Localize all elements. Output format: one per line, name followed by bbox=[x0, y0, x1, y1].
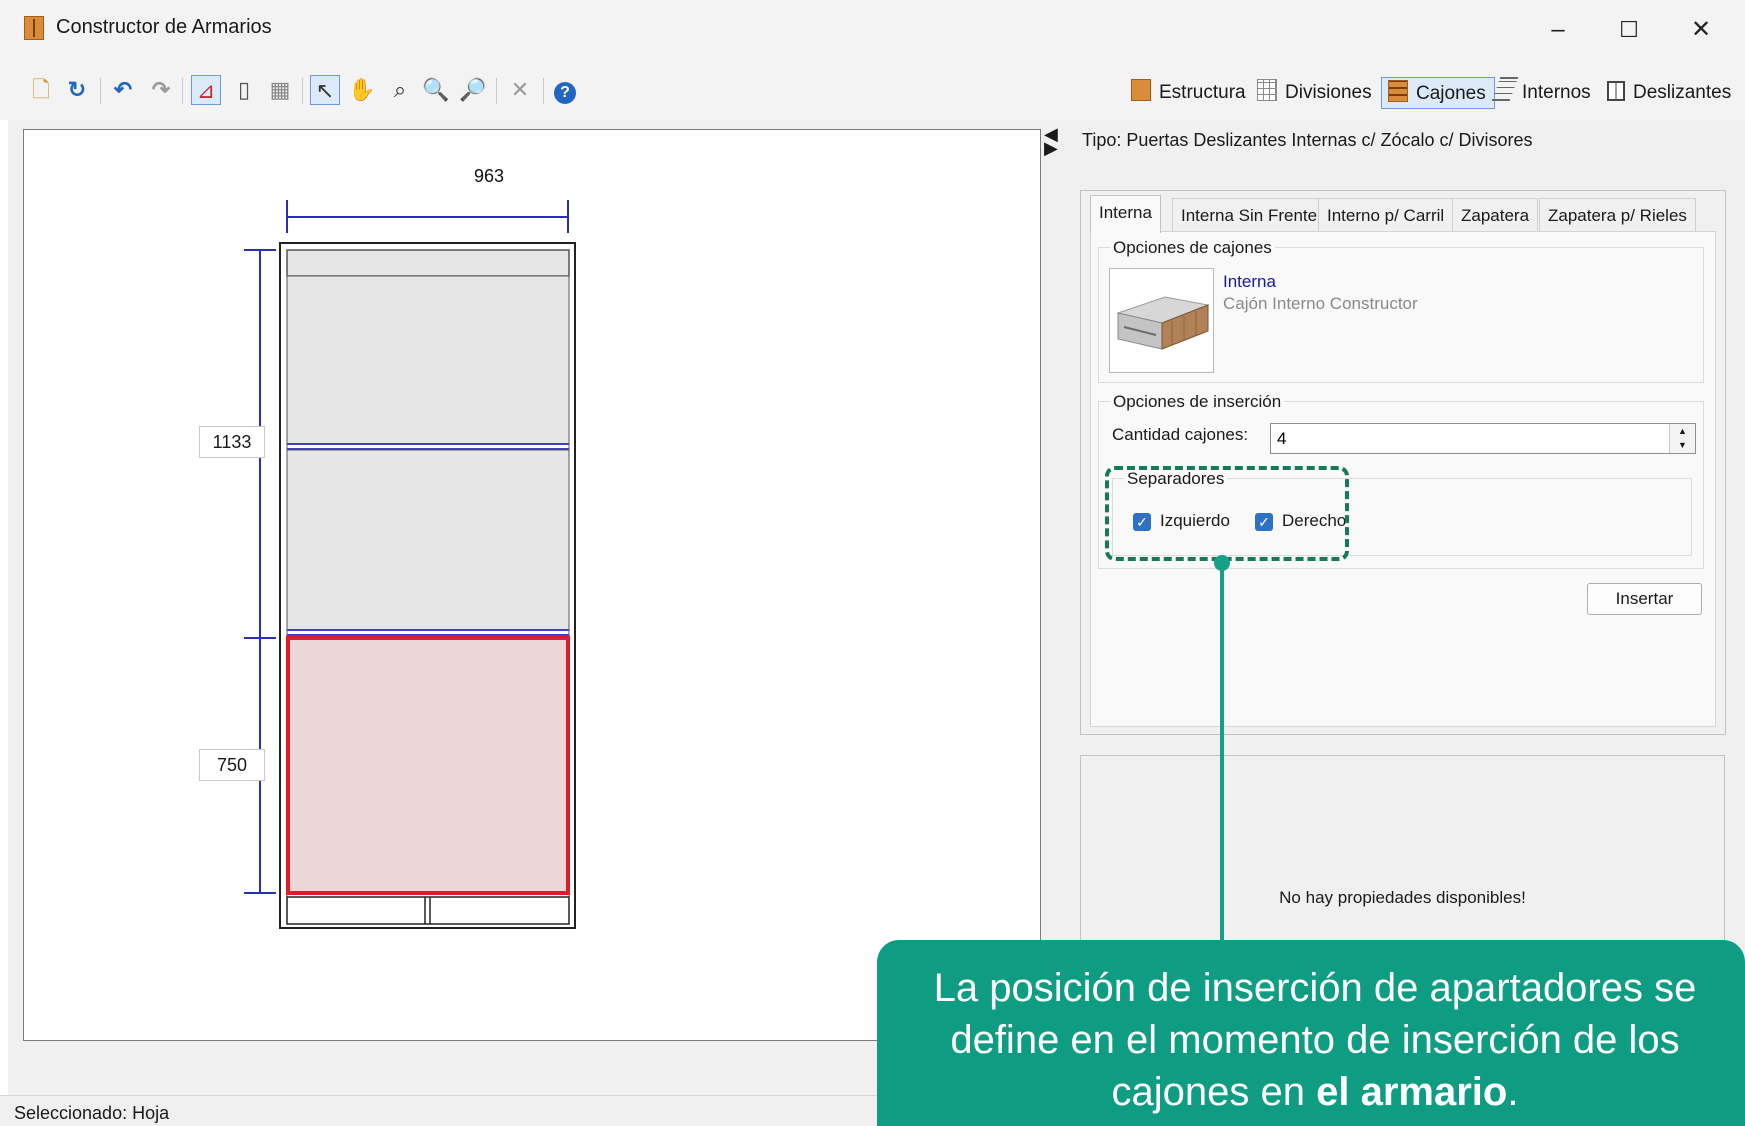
callout-connector bbox=[1220, 563, 1224, 948]
insertar-button[interactable]: Insertar bbox=[1587, 583, 1702, 615]
plinth bbox=[286, 896, 570, 925]
callout-text-main: La posición de inserción de apartadores … bbox=[933, 966, 1697, 1114]
drawer-type-description: Cajón Interno Constructor bbox=[1223, 294, 1418, 313]
cabinet-icon bbox=[1131, 79, 1151, 101]
upper-compartment bbox=[286, 275, 570, 445]
tab-internos-label: Internos bbox=[1522, 82, 1591, 103]
height-dimension-label-lower: 750 bbox=[199, 749, 265, 781]
selected-compartment bbox=[286, 636, 570, 895]
status-text: Seleccionado: Hoja bbox=[14, 1103, 170, 1123]
tab-zapatera[interactable]: Zapatera bbox=[1452, 198, 1539, 231]
tab-internos[interactable]: Internos bbox=[1491, 77, 1591, 109]
wardrobe-drawing bbox=[244, 200, 576, 929]
tab-divisiones[interactable]: Divisiones bbox=[1257, 77, 1372, 109]
tab-zapatera-p-rieles[interactable]: Zapatera p/ Rieles bbox=[1539, 198, 1696, 231]
sliding-door-icon bbox=[1607, 81, 1625, 101]
middle-compartment bbox=[286, 449, 570, 631]
tab-cajones-label: Cajones bbox=[1416, 83, 1486, 104]
callout-text-bold: el armario bbox=[1316, 1070, 1508, 1114]
opciones-insercion-title: Opciones de inserción bbox=[1110, 392, 1285, 412]
minimize-button[interactable]: – bbox=[1529, 10, 1587, 50]
cantidad-cajones-label: Cantidad cajones: bbox=[1112, 425, 1249, 444]
callout-text-end: . bbox=[1507, 1070, 1519, 1114]
close-button[interactable]: ✕ bbox=[1672, 10, 1730, 50]
tab-cajones[interactable]: Cajones bbox=[1381, 77, 1495, 109]
cantidad-cajones-input[interactable] bbox=[1270, 423, 1696, 454]
tab-interna-sin-frente[interactable]: Interna Sin Frente bbox=[1172, 198, 1327, 231]
no-properties-message: No hay propiedades disponibles! bbox=[1279, 888, 1526, 907]
width-dimension-line bbox=[286, 200, 569, 233]
tab-deslizantes[interactable]: Deslizantes bbox=[1607, 77, 1731, 109]
shelves-icon bbox=[1491, 77, 1519, 101]
width-dimension-label: 963 bbox=[474, 166, 505, 186]
top-panel bbox=[286, 249, 570, 277]
quantity-stepper[interactable]: ▲ ▼ bbox=[1669, 424, 1695, 453]
maximize-button[interactable]: ☐ bbox=[1600, 10, 1658, 50]
drawer-image bbox=[1116, 296, 1210, 350]
tab-interna[interactable]: Interna bbox=[1090, 195, 1161, 233]
collapse-arrow-icon[interactable]: ◀ ▶ bbox=[1044, 125, 1058, 157]
tab-estructura[interactable]: Estructura bbox=[1131, 77, 1246, 109]
tab-deslizantes-label: Deslizantes bbox=[1633, 82, 1732, 103]
height-dimension-line bbox=[244, 249, 276, 894]
highlight-box bbox=[1105, 466, 1349, 561]
height-dimension-label-upper: 1133 bbox=[199, 426, 265, 458]
opciones-cajones-title: Opciones de cajones bbox=[1110, 238, 1275, 258]
tab-estructura-label: Estructura bbox=[1159, 82, 1246, 103]
callout-text: La posición de inserción de apartadores … bbox=[905, 962, 1725, 1118]
drawer-icon bbox=[1388, 80, 1408, 102]
drawer-thumbnail[interactable] bbox=[1109, 268, 1214, 373]
tab-interno-p-carril[interactable]: Interno p/ Carril bbox=[1318, 198, 1454, 231]
grid-icon bbox=[1257, 79, 1277, 101]
tab-divisiones-label: Divisiones bbox=[1285, 82, 1372, 103]
tipo-label: Tipo: Puertas Deslizantes Internas c/ Zó… bbox=[1082, 130, 1533, 150]
callout-dot bbox=[1214, 555, 1230, 571]
drawer-type-name[interactable]: Interna bbox=[1223, 272, 1276, 292]
